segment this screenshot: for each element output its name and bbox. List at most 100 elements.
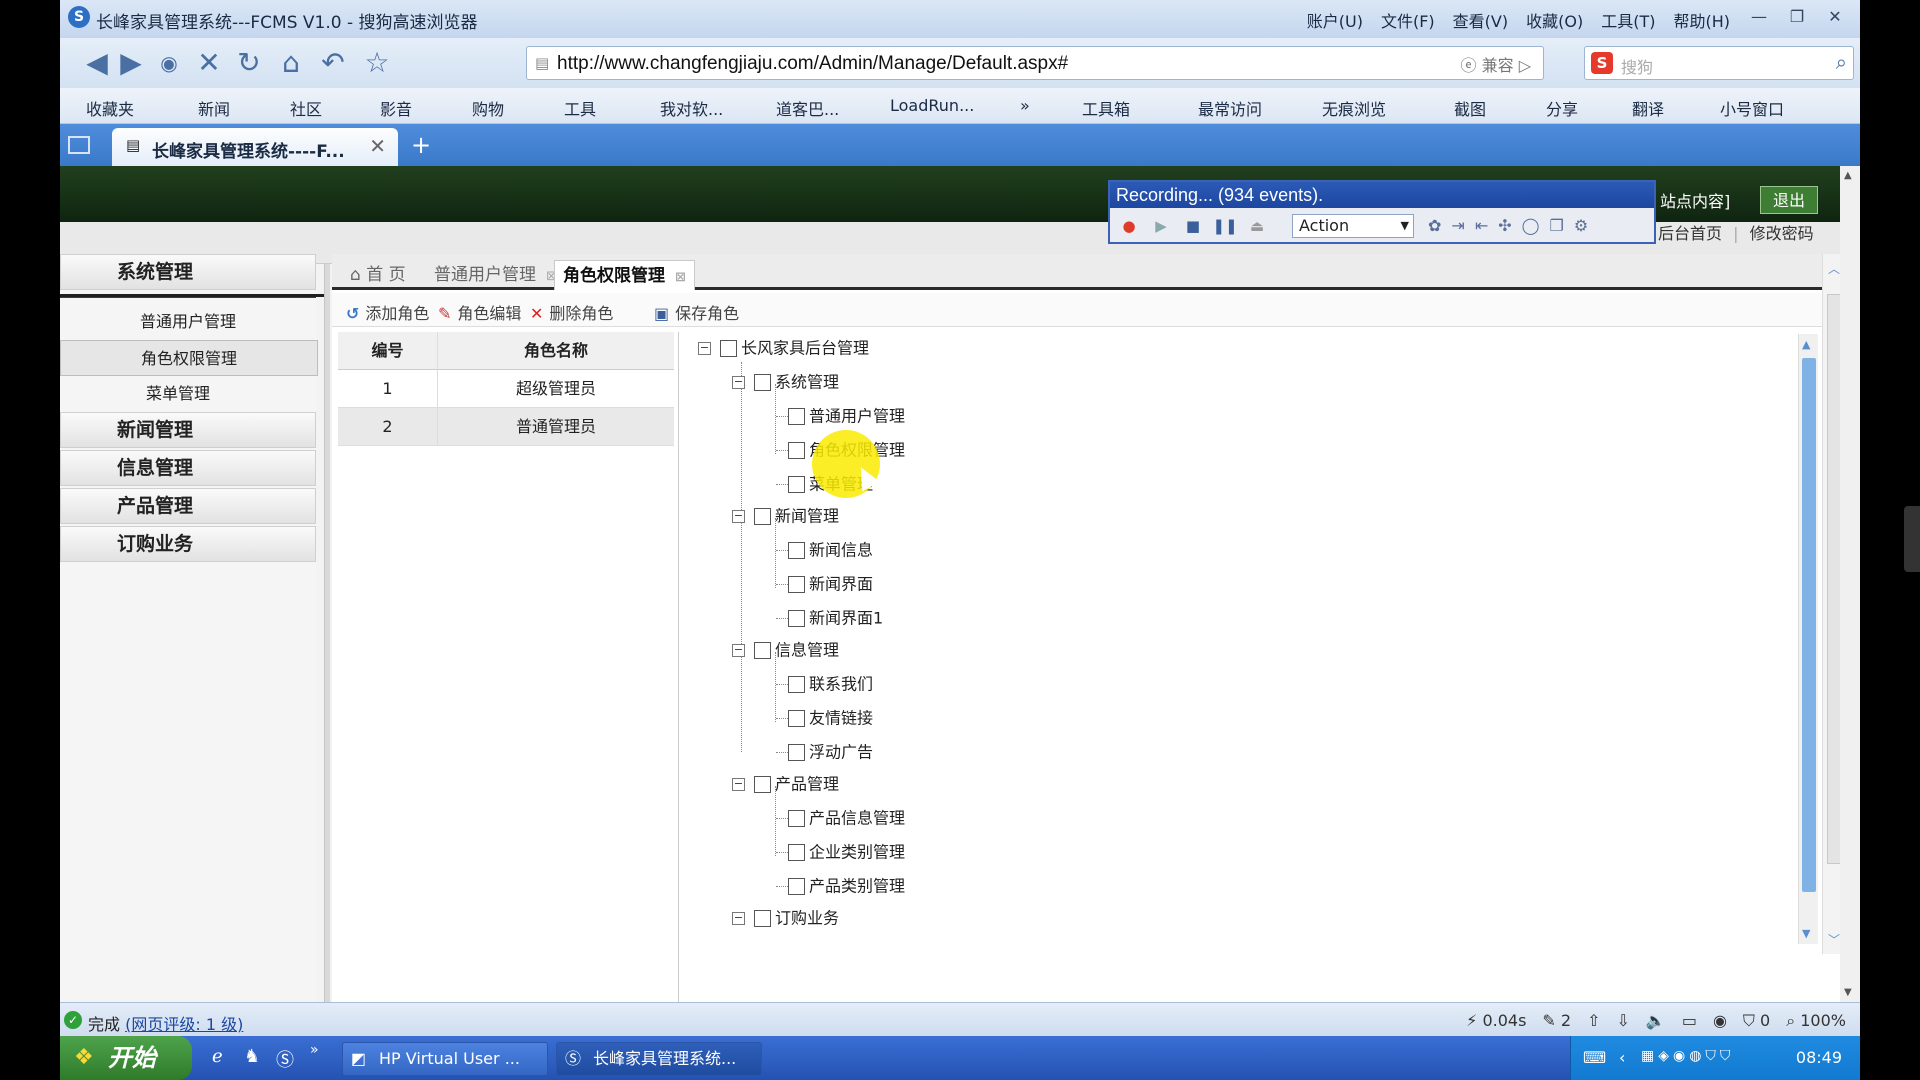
url-text[interactable]: http://www.changfengjiaju.com/Admin/Mana… [557, 53, 1068, 75]
fav-item[interactable]: 收藏夹 [86, 96, 134, 120]
fav-item[interactable]: 工具 [564, 96, 596, 120]
delete-role-button[interactable]: ✕ 删除角色 [530, 300, 613, 324]
side-handle[interactable] [1904, 506, 1920, 572]
tree-node-group[interactable]: 系统管理 [754, 370, 839, 400]
scroll-up-icon[interactable]: ▲ [1802, 338, 1810, 351]
forward-icon[interactable]: ▶ [114, 46, 148, 80]
page-rating-link[interactable]: (网页评级: 1 级) [125, 1015, 243, 1034]
window-icon[interactable]: ▭ [1682, 1011, 1697, 1031]
collapse-root-icon[interactable]: − [698, 342, 711, 355]
fav-more[interactable]: » [1020, 96, 1030, 115]
fav-item[interactable]: 购物 [472, 96, 504, 120]
scroll-up-icon[interactable]: ︿ [1828, 260, 1840, 277]
rendezvous-icon[interactable]: ✿ [1428, 216, 1441, 235]
transaction-end-icon[interactable]: ⇤ [1475, 216, 1488, 235]
sidebar-splitter[interactable] [324, 264, 330, 1002]
tab-role-permission[interactable]: 角色权限管理 ⊠ [554, 260, 695, 290]
tree-node-group[interactable]: 新闻管理 [754, 504, 839, 534]
back-icon[interactable]: ◀ [80, 46, 114, 80]
checkbox[interactable] [788, 710, 805, 727]
scrollbar-thumb[interactable] [1827, 294, 1841, 864]
fav-item[interactable]: 工具箱 [1082, 96, 1130, 120]
collapse-group-icon[interactable]: − [732, 644, 745, 657]
settings-icon[interactable]: ⚙ [1574, 216, 1588, 235]
checkbox[interactable] [754, 642, 771, 659]
page-scrollbar[interactable]: ▲ ▼ [1840, 166, 1860, 1002]
notification-count[interactable]: ✎ 2 [1542, 1011, 1571, 1031]
fav-item[interactable]: LoadRun... [890, 96, 974, 115]
edit-role-button[interactable]: ✎ 角色编辑 [438, 300, 521, 324]
taskbar-item-vugen[interactable]: ◩ HP Virtual User ... [342, 1042, 548, 1076]
collapse-group-icon[interactable]: − [732, 510, 745, 523]
fav-item[interactable]: 社区 [290, 96, 322, 120]
start-button[interactable]: ❖ 开始 [60, 1036, 192, 1080]
ie-icon[interactable]: ℯ [212, 1046, 223, 1067]
address-bar[interactable]: ▤ http://www.changfengjiaju.com/Admin/Ma… [526, 46, 1544, 80]
tree-node-leaf[interactable]: 联系我们 [788, 672, 873, 702]
qq-icon[interactable]: ♞ [244, 1046, 260, 1067]
play-icon[interactable]: ▶ [1148, 214, 1174, 238]
maximize-button[interactable]: ❐ [1780, 4, 1814, 30]
fav-item[interactable]: 分享 [1546, 96, 1578, 120]
checkbox[interactable] [788, 844, 805, 861]
collapse-group-icon[interactable]: − [732, 912, 745, 925]
scroll-down-icon[interactable]: ▼ [1844, 987, 1852, 998]
fav-item[interactable]: 截图 [1454, 96, 1486, 120]
tree-node-leaf[interactable]: 浮动广告 [788, 740, 873, 770]
save-role-button[interactable]: ▣ 保存角色 [654, 300, 739, 324]
sogou-browser-icon[interactable]: Ⓢ [276, 1046, 294, 1072]
tab-list-icon[interactable] [68, 136, 90, 154]
sidebar-item-role-permission[interactable]: 角色权限管理 [60, 340, 318, 376]
history-icon[interactable]: ◉ [152, 46, 186, 80]
checkbox[interactable] [720, 340, 737, 357]
menu-view[interactable]: 查看(V) [1453, 8, 1508, 32]
fav-item[interactable]: 无痕浏览 [1322, 96, 1386, 120]
sidebar-group-news[interactable]: 新闻管理 [60, 412, 316, 448]
new-tab-button[interactable]: + [406, 132, 436, 158]
admin-home-link[interactable]: 后台首页 [1658, 224, 1722, 243]
tree-node-leaf[interactable]: 友情链接 [788, 706, 873, 736]
refresh-icon[interactable]: ↻ [232, 46, 266, 80]
checkbox[interactable] [754, 776, 771, 793]
checkbox[interactable] [788, 576, 805, 593]
tree-node-group[interactable]: 产品管理 [754, 772, 839, 802]
add-role-button[interactable]: ↺ 添加角色 [346, 300, 429, 324]
quicklaunch-more-icon[interactable]: » [310, 1042, 319, 1058]
tab-home[interactable]: ⌂ 首 页 [342, 260, 414, 290]
rewind-icon[interactable]: ⏏ [1244, 214, 1270, 238]
checkbox[interactable] [788, 610, 805, 627]
taskbar-item-browser[interactable]: Ⓢ 长峰家具管理系统... [556, 1042, 762, 1076]
checkbox[interactable] [754, 374, 771, 391]
zoom-level[interactable]: ⌕ 100% [1786, 1011, 1846, 1031]
sidebar-item-user-management[interactable]: 普通用户管理 [60, 304, 316, 340]
scroll-up-icon[interactable]: ▲ [1844, 170, 1852, 181]
pause-icon[interactable]: ❚❚ [1212, 214, 1238, 238]
scrollbar-thumb[interactable] [1802, 358, 1816, 892]
tree-node-root[interactable]: 长风家具后台管理 [720, 336, 869, 366]
favorite-star-icon[interactable]: ☆ [360, 46, 394, 80]
copy-icon[interactable]: ❐ [1550, 216, 1564, 235]
tree-node-leaf[interactable]: 新闻界面 [788, 572, 873, 602]
scroll-down-icon[interactable]: ▼ [1802, 927, 1810, 940]
fav-item[interactable]: 道客巴... [776, 96, 839, 120]
tray-expand-icon[interactable]: ‹ [1619, 1048, 1625, 1067]
close-window-button[interactable]: ✕ [1818, 4, 1852, 30]
close-tab-icon[interactable]: ⊠ [675, 270, 686, 285]
minimize-button[interactable]: — [1742, 4, 1776, 30]
checkbox[interactable] [788, 878, 805, 895]
fav-item[interactable]: 翻译 [1632, 96, 1664, 120]
fav-item[interactable]: 新闻 [198, 96, 230, 120]
menu-favorites[interactable]: 收藏(O) [1526, 8, 1583, 32]
tree-scrollbar[interactable]: ▲ ▼ [1798, 334, 1818, 944]
tray-icons[interactable]: ▦◈◉◍⛉⛉ [1641, 1048, 1734, 1064]
insert-step-icon[interactable]: ✣ [1498, 216, 1511, 235]
comment-icon[interactable]: ◯ [1522, 216, 1540, 235]
tree-node-group[interactable]: 信息管理 [754, 638, 839, 668]
close-tab-icon[interactable]: ✕ [369, 134, 386, 158]
tree-node-leaf[interactable]: 新闻界面1 [788, 606, 883, 636]
tree-node-leaf[interactable]: 新闻信息 [788, 538, 873, 568]
checkbox[interactable] [788, 408, 805, 425]
home-icon[interactable]: ⌂ [274, 46, 308, 80]
site-content-link[interactable]: 站点内容] [1660, 188, 1730, 212]
search-box[interactable]: S 搜狗 ⌕ [1584, 46, 1854, 80]
